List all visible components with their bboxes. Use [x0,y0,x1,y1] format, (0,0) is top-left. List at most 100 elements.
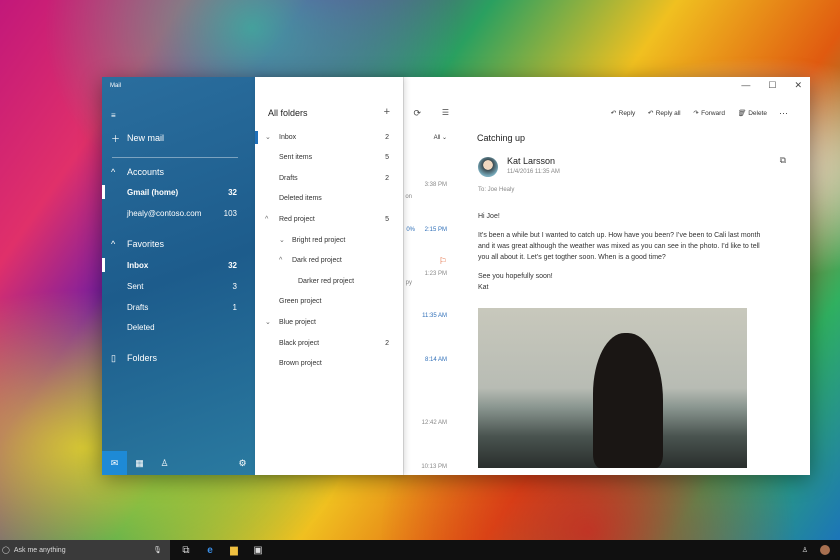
account-gmail[interactable]: Gmail (home) 32 [102,182,255,202]
favorites-header[interactable]: ^ Favorites [102,234,255,254]
delete-button[interactable]: 🗑 Delete [736,109,767,118]
reply-all-button[interactable]: ↶ Reply all [647,109,681,118]
folder-label: Red project [279,215,315,223]
store-icon[interactable]: ▣ [250,545,266,556]
hamburger-button[interactable]: ≡ [102,105,255,125]
favorite-drafts[interactable]: Drafts 1 [102,297,255,317]
reply-label: Reply [618,109,636,117]
folder-item[interactable]: Sent items 5 [255,148,403,168]
message-snippet[interactable]: on [405,194,412,200]
unread-count: 32 [228,260,237,270]
message-time[interactable]: 12:42 AM [422,420,447,426]
chevron-up-icon[interactable]: ^ [279,257,282,264]
folder-item[interactable]: ⌄ Blue project [255,312,403,332]
folder-item[interactable]: ⌄ Bright red project [255,230,403,250]
chevron-down-icon[interactable]: ⌄ [265,133,271,141]
system-tray: ♙ [802,545,830,555]
sync-icon[interactable]: ⟳ [413,108,421,119]
folder-label: Inbox [279,133,297,141]
folder-icon: ▯ [111,352,116,363]
attached-photo [478,308,747,468]
recipient: To: Joe Healy [478,187,515,193]
calendar-icon[interactable]: ▦ [127,451,152,475]
message-toolbar: ↶ Reply ↶ Reply all ↷ Forward 🗑 Delete ··· [610,108,788,118]
folder-item[interactable]: ^ Dark red project [255,251,403,271]
folder-item[interactable]: Green project [255,292,403,312]
folders-button[interactable]: ▯ Folders [102,348,255,368]
new-mail-button[interactable]: ＋ New mail [102,128,255,148]
message-snippet[interactable]: 0% [406,227,415,233]
folder-label: Brown project [279,360,322,368]
minimize-button[interactable]: — [741,80,750,91]
close-button[interactable]: ✕ [794,80,802,91]
greeting: Hi Joe! [478,213,500,220]
chevron-down-icon[interactable]: ⌄ [279,236,285,244]
favorite-sent[interactable]: Sent 3 [102,276,255,296]
reply-all-icon: ↶ [647,110,653,117]
folder-label: Dark red project [292,257,342,265]
folder-item[interactable]: ⌄ Inbox 2 [255,127,403,147]
message-time[interactable]: 1:23 PM [425,271,447,277]
message-time[interactable]: 2:15 PM [425,227,447,233]
chevron-down-icon[interactable]: ⌄ [265,318,271,326]
account-contoso[interactable]: jhealy@contoso.com 103 [102,203,255,223]
app-switcher: ✉ ▦ ♙ ⚙ [102,451,255,475]
reading-pane: — ☐ ✕ ↶ Reply ↶ Reply all ↷ Forward 🗑 Delete… [461,77,810,475]
unread-count: 32 [228,187,237,197]
mail-window: Mail ≡ ＋ New mail ^ Accounts Gmail (home) 3… [102,77,810,475]
folder-item[interactable]: Black project 2 [255,333,403,353]
avatar [478,157,498,177]
divider [112,157,238,158]
reply-button[interactable]: ↶ Reply [610,109,636,118]
trash-icon: 🗑 [736,110,746,117]
folder-label: Deleted items [279,195,322,203]
folder-item[interactable]: Brown project [255,354,403,374]
flag-icon[interactable]: ⚐ [439,256,447,267]
folder-label: Darker red project [298,277,355,285]
edge-icon[interactable]: e [202,545,218,556]
taskbar: ◯ Ask me anything 🎙 ⧉ e ▆ ▣ ♙ [0,540,840,560]
sender-name[interactable]: Kat Larsson [507,156,555,166]
folders-label: Folders [127,353,158,363]
filter-dropdown[interactable]: All ⌄ [434,134,447,141]
folder-label: Black project [279,339,320,347]
favorite-inbox[interactable]: Inbox 32 [102,255,255,275]
cortana-search-box[interactable]: ◯ Ask me anything 🎙 [0,540,170,560]
folder-item[interactable]: Deleted items [255,189,403,209]
folder-item[interactable]: Darker red project [255,271,403,291]
message-time[interactable]: 10:13 PM [421,464,447,470]
profile-avatar[interactable] [820,545,830,555]
folder-count: 5 [385,215,389,223]
unread-count: 103 [223,208,237,218]
message-time[interactable]: 3:38 PM [425,182,447,188]
add-folder-button[interactable]: + [384,106,390,118]
message-time[interactable]: 11:35 AM [422,313,447,319]
people-icon[interactable]: ♙ [152,451,177,475]
message-snippet[interactable]: py [406,280,412,286]
forward-button[interactable]: ↷ Forward [693,109,725,118]
accounts-label: Accounts [127,167,165,177]
reply-all-label: Reply all [655,109,681,117]
maximize-button[interactable]: ☐ [768,80,776,91]
favorite-deleted[interactable]: Deleted [102,317,255,337]
folder-item[interactable]: ^ Red project 5 [255,209,403,229]
folder-item[interactable]: Drafts 2 [255,168,403,188]
message-time[interactable]: 8:14 AM [425,357,447,363]
microphone-icon[interactable]: 🎙 [153,546,162,554]
pop-out-icon[interactable]: ⧉ [780,155,786,166]
folders-title: All folders [268,108,308,118]
chevron-up-icon[interactable]: ^ [265,216,268,223]
message-date: 11/4/2016 11:35 AM [507,169,560,175]
favorite-label: Inbox [127,260,149,270]
chevron-up-icon: ^ [111,167,116,177]
file-explorer-icon[interactable]: ▆ [226,545,242,556]
accounts-header[interactable]: ^ Accounts [102,162,255,182]
mail-icon[interactable]: ✉ [102,451,127,475]
selection-mode-icon[interactable]: ☰ [442,108,449,117]
more-button[interactable]: ··· [779,108,788,118]
people-icon[interactable]: ♙ [802,546,808,554]
settings-gear-icon[interactable]: ⚙ [230,451,255,475]
folder-label: Bright red project [292,236,346,244]
plus-icon: ＋ [111,133,121,144]
task-view-icon[interactable]: ⧉ [178,545,194,556]
